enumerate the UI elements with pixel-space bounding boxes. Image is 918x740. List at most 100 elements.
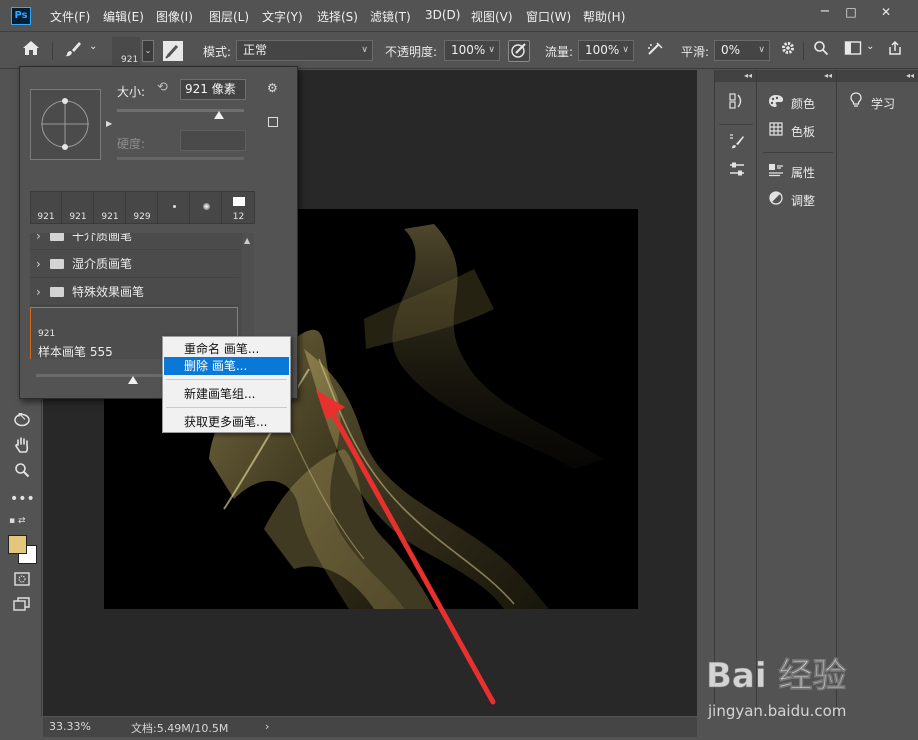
new-preset-icon[interactable] (268, 117, 278, 127)
quick-mask-icon[interactable] (10, 570, 34, 592)
recent-brush[interactable]: 12 (223, 192, 254, 223)
recent-brushes: 921 921 921 929 12 (30, 191, 255, 224)
flip-arrow-icon[interactable]: ▶ (106, 119, 112, 128)
photoshop-logo: Ps (11, 7, 31, 25)
delete-brush-item[interactable]: 删除 画笔... (164, 357, 289, 375)
recent-brush[interactable]: 929 (127, 192, 158, 223)
color-panel-tab[interactable]: 颜色 (767, 92, 837, 116)
status-arrow-icon[interactable]: › (265, 720, 269, 733)
maximize-button[interactable]: □ (839, 2, 863, 22)
brush-group-wet[interactable]: › 湿介质画笔 (30, 250, 239, 278)
brush-group-dry[interactable]: › 干介质画笔 (30, 233, 239, 250)
gear-icon[interactable] (777, 40, 799, 62)
menu-select[interactable]: 选择(S) (317, 8, 358, 25)
recent-brush[interactable]: 921 (95, 192, 126, 223)
menu-bar: Ps 文件(F) 编辑(E) 图像(I) 图层(L) 文字(Y) 选择(S) 滤… (0, 0, 918, 32)
menu-window[interactable]: 窗口(W) (526, 8, 571, 25)
size-slider-thumb[interactable] (213, 111, 224, 119)
recent-brush[interactable]: 921 (63, 192, 94, 223)
gear-icon[interactable]: ⚙ (267, 81, 278, 95)
baidu-watermark: Bai 经验 jingyan.baidu.com (706, 643, 876, 723)
adjustments-panel-tab[interactable]: 调整 (767, 189, 837, 213)
menu-image[interactable]: 图像(I) (156, 8, 193, 25)
menu-edit[interactable]: 编辑(E) (103, 8, 144, 25)
brush-angle-preview[interactable] (30, 89, 101, 160)
airbrush-icon[interactable] (644, 40, 666, 62)
history-icon[interactable] (725, 92, 749, 114)
recent-brush[interactable] (159, 192, 190, 223)
preview-size-slider-thumb[interactable] (128, 376, 139, 384)
recent-brush[interactable]: 921 (31, 192, 62, 223)
panel-dock-3: ◂◂ 学习 (836, 70, 918, 716)
document-size[interactable]: 文档:5.49M/10.5M (131, 720, 228, 736)
menu-view[interactable]: 视图(V) (471, 8, 513, 25)
bulb-icon (847, 92, 865, 117)
share-icon[interactable] (884, 40, 906, 62)
panel-dock-1: ◂◂ (714, 70, 756, 716)
brush-tool-icon[interactable] (62, 40, 84, 62)
collapse-icon[interactable]: ◂◂ (837, 70, 918, 82)
palette-icon (767, 93, 785, 117)
mode-select[interactable]: 正常 ∨ (236, 40, 373, 61)
search-icon[interactable] (810, 40, 832, 62)
hand-icon[interactable] (10, 436, 34, 458)
options-bar: ⌄ 921 ⌄ 模式: 正常 ∨ 不透明度: 100% ∨ 流量: 100% ∨ 平滑… (0, 33, 918, 69)
context-menu: 重命名 画笔... 删除 画笔... 新建画笔组... 获取更多画笔... (162, 336, 291, 433)
watermark-url: jingyan.baidu.com (707, 702, 846, 720)
foreground-color-swatch[interactable] (8, 535, 27, 554)
hardness-input (180, 130, 246, 151)
zoom-icon[interactable] (10, 462, 34, 484)
chevron-down-icon[interactable]: ⌄ (89, 41, 97, 52)
smoothing-label: 平滑: (681, 45, 710, 59)
screen-mode-icon[interactable] (10, 596, 34, 618)
recent-brush[interactable] (191, 192, 222, 223)
swatches-panel-tab[interactable]: 色板 (767, 120, 837, 144)
watermark-text: Bai 经验 (706, 656, 846, 696)
brush-preset-picker[interactable]: 921 ⌄ (112, 37, 154, 65)
pressure-opacity-icon[interactable] (508, 40, 530, 62)
close-button[interactable]: ✕ (874, 2, 898, 22)
menu-filter[interactable]: 滤镜(T) (370, 8, 411, 25)
properties-panel-tab[interactable]: 属性 (767, 161, 837, 185)
workspace-icon[interactable] (842, 40, 864, 62)
more-tools-icon[interactable]: ••• (10, 488, 35, 510)
swap-colors-icon[interactable]: ▪ ⇄ (9, 516, 37, 528)
panel-dock-2: ◂◂ 颜色 色板 属性 调整 (756, 70, 836, 716)
grid-icon (767, 121, 785, 145)
mode-label: 模式: (203, 45, 232, 59)
size-slider[interactable] (117, 109, 244, 112)
hardness-slider (117, 157, 244, 160)
adjust-icon (767, 190, 785, 214)
properties-icon (767, 162, 785, 186)
reset-icon[interactable]: ⟲ (157, 80, 168, 95)
collapse-icon[interactable]: ◂◂ (757, 70, 836, 82)
brush-group-special[interactable]: › 特殊效果画笔 (30, 278, 239, 306)
menu-layer[interactable]: 图层(L) (209, 8, 249, 25)
flow-field[interactable]: 100% ∨ (578, 40, 634, 61)
size-label: 大小: (117, 85, 146, 99)
size-input[interactable]: 921 像素 (180, 79, 246, 100)
menu-help[interactable]: 帮助(H) (583, 8, 625, 25)
smoothing-field[interactable]: 0% ∨ (714, 40, 770, 61)
menu-file[interactable]: 文件(F) (50, 8, 90, 25)
brush-settings-icon[interactable] (163, 41, 183, 61)
minimize-button[interactable]: − (813, 2, 837, 22)
status-bar: 33.33% 文档:5.49M/10.5M › (43, 717, 697, 737)
chevron-down-icon[interactable]: ⌄ (866, 41, 874, 52)
get-more-brushes-item[interactable]: 获取更多画笔... (164, 413, 289, 431)
learn-panel-tab[interactable]: 学习 (847, 92, 917, 116)
opacity-field[interactable]: 100% ∨ (444, 40, 500, 61)
menu-3d[interactable]: 3D(D) (425, 8, 460, 22)
ellipse-icon[interactable] (10, 411, 34, 433)
clone-source-icon[interactable] (725, 161, 749, 183)
collapse-icon[interactable]: ◂◂ (715, 70, 756, 82)
opacity-label: 不透明度: (385, 45, 438, 59)
brush-size-label: 921 (121, 55, 139, 65)
zoom-level[interactable]: 33.33% (49, 720, 91, 733)
brush-settings-panel-icon[interactable] (725, 132, 749, 154)
home-icon[interactable] (20, 40, 42, 62)
menu-type[interactable]: 文字(Y) (262, 8, 303, 25)
rename-brush-item[interactable]: 重命名 画笔... (164, 340, 289, 358)
new-brush-group-item[interactable]: 新建画笔组... (164, 385, 289, 403)
flow-label: 流量: (545, 45, 574, 59)
